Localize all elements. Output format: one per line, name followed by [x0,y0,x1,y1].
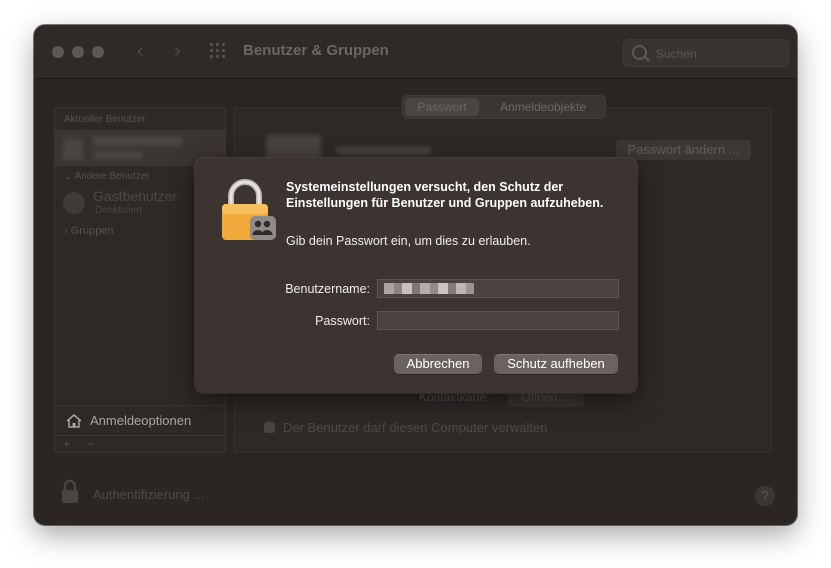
guest-status: Deaktiviert [95,205,143,216]
lock-icon[interactable] [61,478,79,504]
tab-bar: Passwort Anmeldeobjekte [402,95,606,119]
search-input[interactable] [654,44,783,64]
user-name-redacted [93,136,183,146]
login-options-label: Anmeldeoptionen [90,413,192,428]
window-title: Benutzer & Gruppen [243,42,389,59]
avatar [63,138,83,160]
username-redacted-value [384,283,474,294]
user-fullname-redacted [336,147,431,155]
password-field[interactable] [377,311,620,330]
current-user-header: Aktueller Benutzer [64,114,146,125]
cancel-button[interactable]: Abbrechen [394,354,482,374]
dialog-title: Systemeinstellungen versucht, den Schutz… [286,180,604,210]
add-user-button[interactable]: + [63,437,70,451]
add-remove-bar: + − [55,435,225,453]
remove-user-button[interactable]: − [87,437,94,451]
grid-icon[interactable] [210,43,228,61]
back-button[interactable]: ‹ [137,41,144,61]
auth-status-text: Authentifizierung ... [93,487,205,502]
login-options-item[interactable]: Anmeldeoptionen [55,405,225,436]
password-input[interactable] [378,312,620,329]
zoom-window-button[interactable] [92,46,104,58]
lock-icon [222,179,276,240]
forward-button[interactable]: › [174,41,181,61]
admin-checkbox[interactable]: Der Benutzer darf diesen Computer verwal… [264,420,547,435]
minimize-window-button[interactable] [72,46,84,58]
groups-label: Gruppen [70,225,114,237]
house-icon [66,414,82,428]
help-icon[interactable]: ? [755,486,775,506]
admin-checkbox-label: Der Benutzer darf diesen Computer verwal… [283,420,548,435]
search-icon [632,45,647,60]
user-role-redacted [93,151,143,159]
guest-avatar-icon [63,192,85,214]
dialog-message: Gib dein Passwort ein, um dies zu erlaub… [286,234,531,248]
chevron-down-icon[interactable]: ⌄ [64,171,75,182]
tab-password[interactable]: Passwort [405,98,479,116]
unlock-button[interactable]: Schutz aufheben [494,354,618,374]
auth-dialog: Systemeinstellungen versucht, den Schutz… [195,158,637,393]
tab-login-items[interactable]: Anmeldeobjekte [483,98,603,116]
checkbox-icon[interactable] [264,422,275,433]
chevron-right-icon: › [64,225,71,237]
other-users-label: Andere Benutzer [74,171,150,182]
titlebar: ‹ › Benutzer & Gruppen [34,25,797,79]
users-badge-icon [250,216,276,240]
username-field[interactable] [377,279,619,298]
guest-name: Gastbenutzer [93,188,178,204]
search-field[interactable] [623,39,789,67]
other-users-header: ⌄ Andere Benutzer [64,171,150,182]
change-password-button[interactable]: Passwort ändern ... [616,140,751,160]
close-window-button[interactable] [52,46,64,58]
username-label: Benutzername: [285,282,370,296]
password-label: Passwort: [315,314,370,328]
sidebar-item-groups[interactable]: › Gruppen [64,225,114,237]
